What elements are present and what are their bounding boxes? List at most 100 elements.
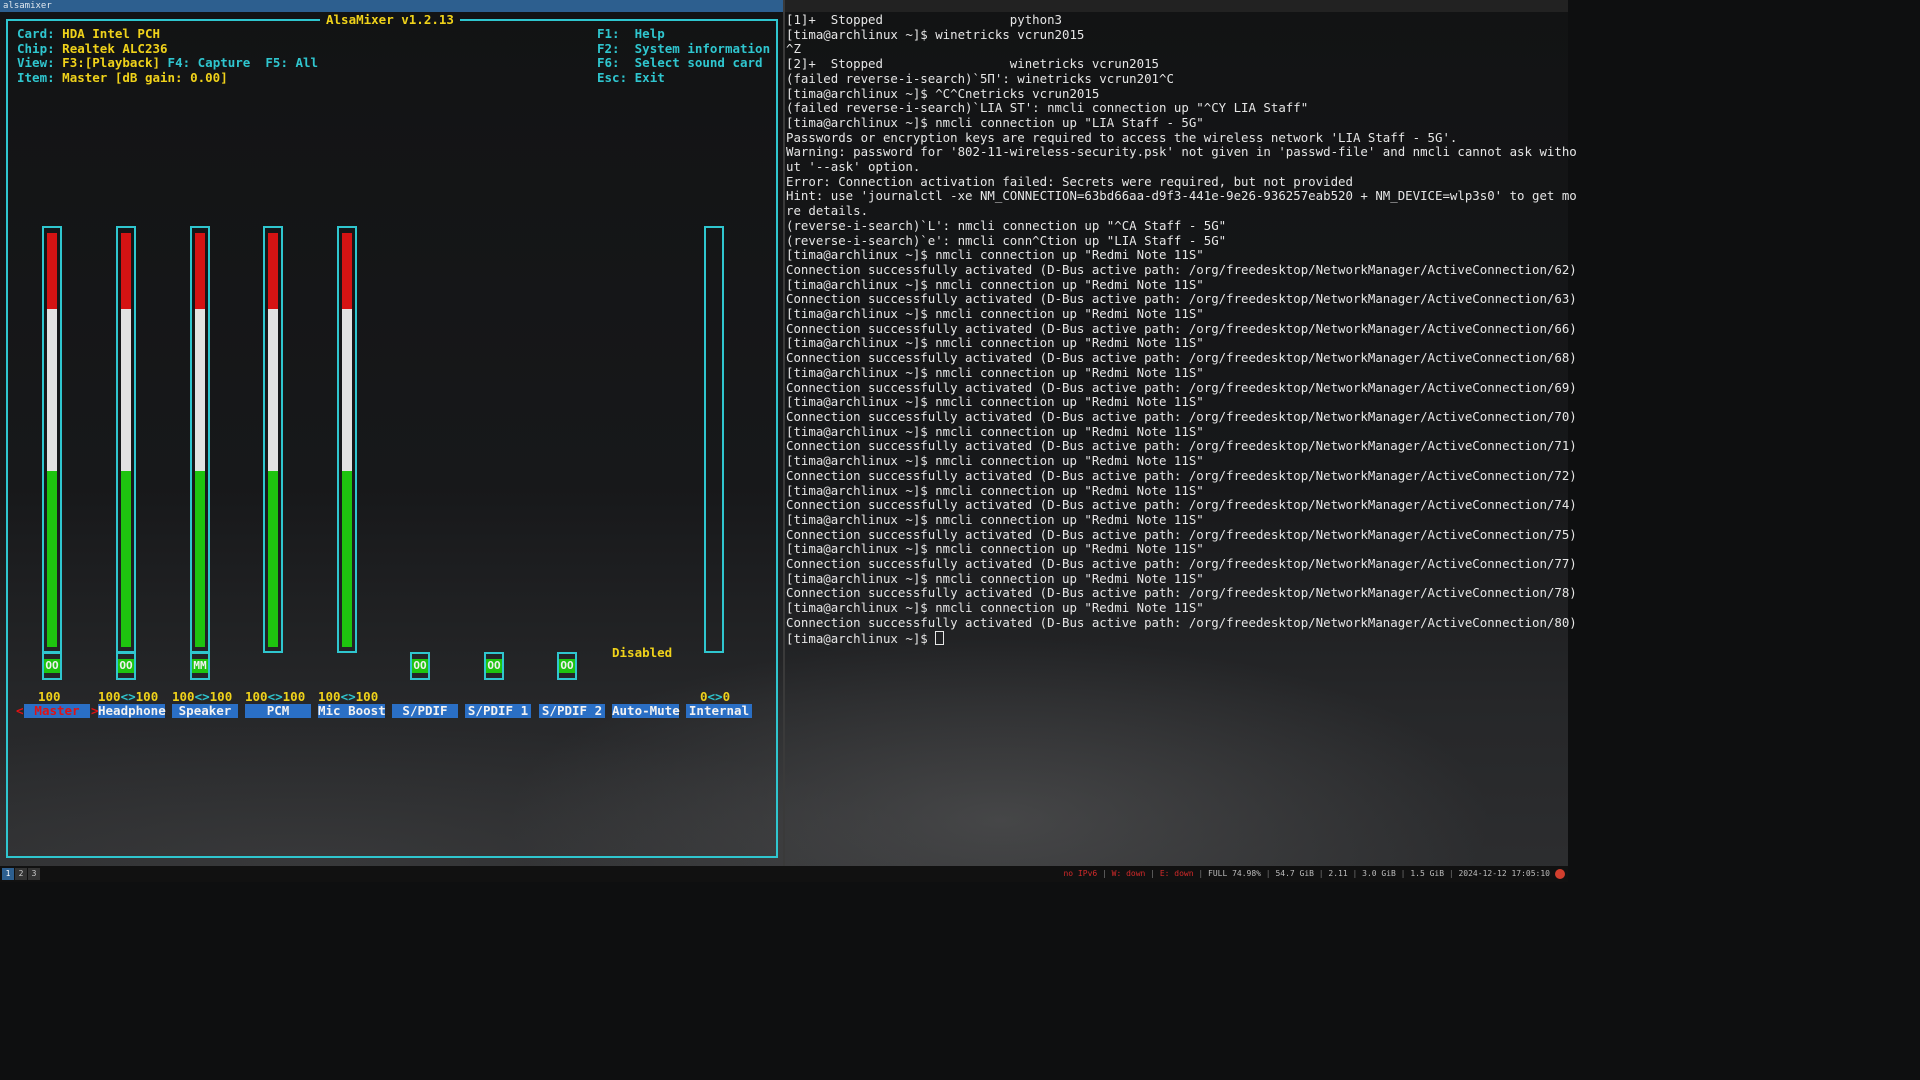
view-playback[interactable]: F3:[Playback] xyxy=(62,55,160,71)
terminal-line: Passwords or encryption keys are require… xyxy=(786,129,1458,145)
auto-mute-value[interactable]: Disabled xyxy=(612,645,672,660)
help-f6[interactable]: F6: Select sound card xyxy=(597,56,763,71)
terminal-line: Connection successfully activated (D-Bus… xyxy=(786,467,1577,483)
swap-status: 1.5 GiB xyxy=(1410,869,1445,878)
terminal-line: (failed reverse-i-search)`LIA ST': nmcli… xyxy=(786,100,1309,116)
terminal-line: [tima@archlinux ~]$ nmcli connection up … xyxy=(786,511,1204,527)
view-all[interactable]: F5: All xyxy=(265,55,318,71)
volume-left: 100 xyxy=(98,689,121,704)
chip-value: Realtek ALC236 xyxy=(62,40,168,56)
terminal-line: Connection successfully activated (D-Bus… xyxy=(786,585,1577,601)
volume-right: 100 xyxy=(135,689,159,704)
channel-headphone[interactable]: Headphone xyxy=(98,704,166,718)
status-bar: 1 2 3 no IPv6 | W: down | E: down | FULL… xyxy=(0,866,1568,882)
master-volume-slider[interactable] xyxy=(42,226,62,653)
channel-pcm[interactable]: PCM xyxy=(245,704,311,718)
selection-arrow-left: < xyxy=(16,703,24,718)
terminal-line: Connection successfully activated (D-Bus… xyxy=(786,350,1577,366)
terminal-output[interactable]: [1]+ Stopped python3 [tima@archlinux ~]$… xyxy=(786,12,1577,647)
volume-arrow: <> xyxy=(340,689,356,704)
switch-state: OO xyxy=(559,659,575,673)
ethernet-status: E: down xyxy=(1159,869,1194,878)
terminal-line: [1]+ Stopped python3 xyxy=(786,12,1063,27)
volume-left: 100 xyxy=(245,689,268,704)
speaker-volume-slider[interactable] xyxy=(190,226,210,653)
help-f2[interactable]: F2: System information xyxy=(597,40,770,57)
switch-state: OO xyxy=(412,659,428,673)
channel-internal[interactable]: Internal xyxy=(686,704,752,718)
spdif-toggle[interactable]: OO xyxy=(410,652,430,680)
view-label: View: xyxy=(17,55,55,71)
terminal-line: (reverse-i-search)`L': nmcli connection … xyxy=(786,217,1227,233)
terminal-line: Warning: password for '802-11-wireless-s… xyxy=(786,144,1577,160)
master-volume-value: 100 xyxy=(38,689,61,704)
switch-state: MM xyxy=(192,659,208,673)
terminal-line: Connection successfully activated (D-Bus… xyxy=(786,408,1577,424)
terminal-prompt-line[interactable]: [tima@archlinux ~]$ xyxy=(786,630,1566,647)
terminal-line: [tima@archlinux ~]$ nmcli connection up … xyxy=(786,335,1204,351)
mixer-title: AlsaMixer v1.2.13 xyxy=(320,12,460,28)
help-text: Exit xyxy=(634,70,665,86)
help-f1[interactable]: F1: Help xyxy=(597,26,665,42)
workspace-1[interactable]: 1 xyxy=(2,868,14,880)
terminal-line: [2]+ Stopped winetricks vcrun2015 xyxy=(786,56,1159,72)
terminal-line: Connection successfully activated (D-Bus… xyxy=(786,556,1577,572)
channel-spdif-1[interactable]: S/PDIF 1 xyxy=(465,704,531,718)
channel-auto-mute[interactable]: Auto-Mute xyxy=(612,704,680,718)
terminal-line: Connection successfully activated (D-Bus… xyxy=(786,320,1577,336)
terminal-line: [tima@archlinux ~]$ nmcli connection up … xyxy=(786,482,1204,498)
terminal-title-bar[interactable] xyxy=(785,0,1568,12)
channel-mic-boost[interactable]: Mic Boost xyxy=(318,704,386,718)
terminal-line: Connection successfully activated (D-Bus… xyxy=(786,497,1577,513)
battery-status: FULL 74.98% xyxy=(1208,869,1261,878)
channel-spdif-2[interactable]: S/PDIF 2 xyxy=(539,704,605,718)
spdif-1-toggle[interactable]: OO xyxy=(484,652,504,680)
terminal-line: [tima@archlinux ~]$ nmcli connection up … xyxy=(786,600,1204,616)
terminal-line: Hint: use 'journalctl -xe NM_CONNECTION=… xyxy=(786,188,1577,204)
channel-speaker[interactable]: Speaker xyxy=(172,704,238,718)
volume-right: 0 xyxy=(722,689,731,704)
spdif-2-toggle[interactable]: OO xyxy=(557,652,577,680)
disk-status: 54.7 GiB xyxy=(1275,869,1314,878)
internal-volume-slider[interactable] xyxy=(704,226,724,653)
help-key: F2: xyxy=(597,40,620,56)
terminal-line: Connection successfully activated (D-Bus… xyxy=(786,291,1577,307)
volume-left: 0 xyxy=(700,689,708,704)
help-esc[interactable]: Esc: Exit xyxy=(597,70,665,86)
terminal-line: ^Z xyxy=(786,41,801,57)
speaker-mute-toggle[interactable]: MM xyxy=(190,652,210,680)
volume-left: 100 xyxy=(318,689,341,704)
headphone-mute-toggle[interactable]: OO xyxy=(116,652,136,680)
terminal-line: [tima@archlinux ~]$ nmcli connection up … xyxy=(786,423,1204,439)
view-capture[interactable]: F4: Capture xyxy=(168,55,251,71)
terminal-line: [tima@archlinux ~]$ nmcli connection up … xyxy=(786,570,1204,586)
terminal-line: ut '--ask' option. xyxy=(786,159,921,175)
view-info: View: F3:[Playback] F4: Capture F5: All xyxy=(17,56,318,71)
switch-state: OO xyxy=(118,659,134,673)
internal-volume-value: 0<>0 xyxy=(700,689,730,704)
volume-left: 100 xyxy=(172,689,195,704)
item-label: Item: xyxy=(17,70,55,86)
load-status: 2.11 xyxy=(1328,869,1348,878)
terminal-line: (failed reverse-i-search)`5П': winetrick… xyxy=(786,70,1174,86)
card-info: Card: HDA Intel PCH xyxy=(17,26,160,42)
workspace-2[interactable]: 2 xyxy=(15,868,27,880)
headphone-volume-slider[interactable] xyxy=(116,226,136,653)
workspace-3[interactable]: 3 xyxy=(28,868,40,880)
terminal-line: [tima@archlinux ~]$ nmcli connection up … xyxy=(786,114,1204,130)
speaker-volume-value: 100<>100 xyxy=(172,689,232,704)
pcm-volume-slider[interactable] xyxy=(263,226,283,653)
datetime: 2024-12-12 17:05:10 xyxy=(1458,869,1550,878)
item-value: Master [dB gain: 0.00] xyxy=(62,70,228,86)
help-text: Select sound card xyxy=(634,55,763,71)
pcm-volume-value: 100<>100 xyxy=(245,689,305,704)
volume-right: 100 xyxy=(209,689,233,704)
window-title-bar[interactable]: alsamixer xyxy=(0,0,783,12)
tray-icon[interactable] xyxy=(1555,869,1565,879)
master-mute-toggle[interactable]: OO xyxy=(42,652,62,680)
channel-master[interactable]: Master xyxy=(24,704,90,718)
switch-state: OO xyxy=(44,659,60,673)
terminal-line: [tima@archlinux ~]$ nmcli connection up … xyxy=(786,541,1204,557)
channel-spdif[interactable]: S/PDIF xyxy=(392,704,458,718)
mic-boost-volume-slider[interactable] xyxy=(337,226,357,653)
